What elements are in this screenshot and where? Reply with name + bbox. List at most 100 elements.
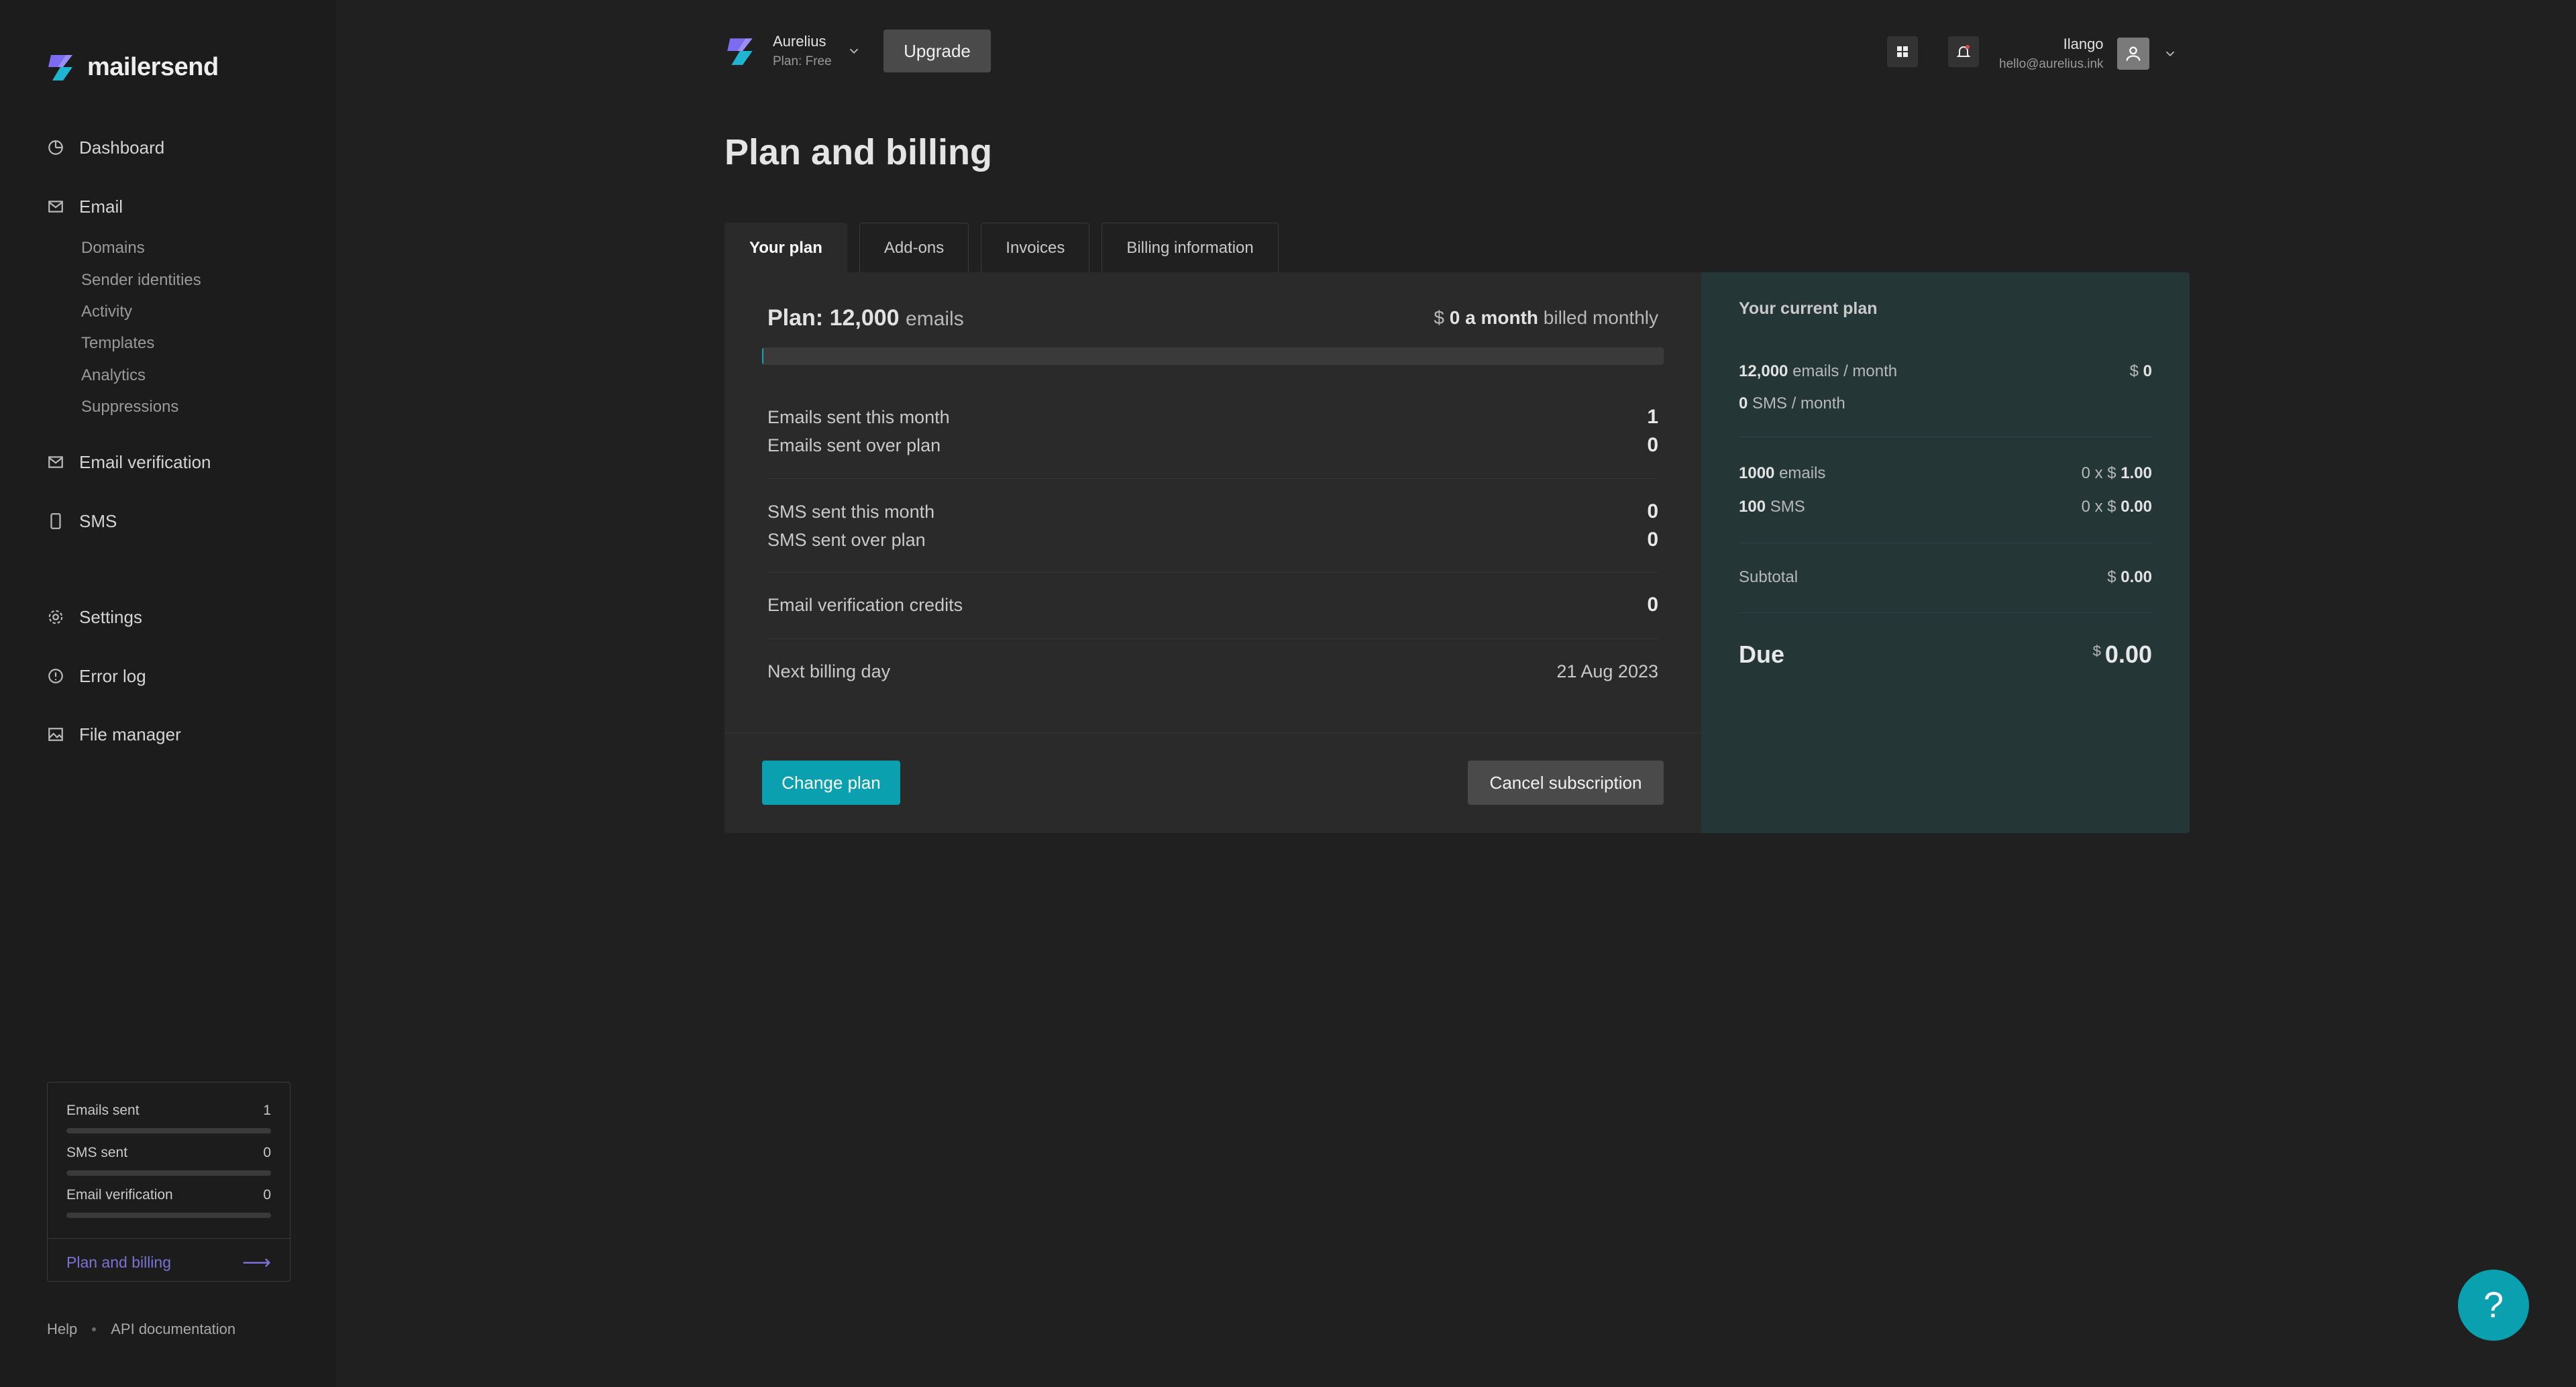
subtotal-value: 0.00 — [2121, 568, 2152, 586]
addon-emails-unit: emails — [1779, 464, 1826, 482]
image-icon — [48, 728, 63, 741]
subtotal-label: Subtotal — [1739, 568, 1799, 586]
sidebar-subitem-activity[interactable]: Activity — [81, 298, 132, 325]
user-icon — [2126, 46, 2141, 61]
stat-row: Emails sent this month 1 — [767, 404, 1658, 431]
notifications-button[interactable] — [1948, 36, 1979, 67]
dashboard-icon — [48, 140, 63, 155]
usage-bar — [66, 1170, 271, 1176]
plan-price-currency: $ — [1434, 307, 1444, 328]
tab-your-plan[interactable]: Your plan — [724, 223, 847, 272]
usage-bar — [66, 1128, 271, 1133]
plan-card: Plan: 12,000 emails $ 0 a month billed m… — [724, 272, 1701, 833]
usage-label: Email verification — [66, 1187, 173, 1203]
sidebar-subitem-sender-identities[interactable]: Sender identities — [81, 267, 201, 294]
help-button[interactable]: ? — [2458, 1270, 2529, 1341]
tab-bar: Your plan Add-ons Invoices Billing infor… — [724, 223, 1279, 272]
stat-row: Next billing day 21 Aug 2023 — [767, 658, 1658, 685]
account-switcher[interactable]: Aurelius Plan: Free — [724, 30, 861, 72]
sidebar-item-settings[interactable]: Settings — [47, 601, 142, 633]
sidebar: mailersend Dashboard Email Domains Sende… — [0, 0, 337, 1387]
plan-price-value: 0 a month — [1449, 307, 1539, 328]
account-plan: Plan: Free — [773, 54, 832, 68]
sidebar-item-error-log[interactable]: Error log — [47, 660, 146, 692]
sidebar-item-sms[interactable]: SMS — [47, 505, 117, 537]
current-plan-title: Your current plan — [1739, 299, 1878, 318]
divider — [767, 572, 1658, 573]
api-documentation-link[interactable]: API documentation — [111, 1321, 235, 1338]
stat-label: SMS sent over plan — [767, 529, 926, 550]
brand-logo[interactable]: mailersend — [46, 50, 219, 85]
current-plan-row-sms: 0 SMS / month — [1739, 392, 2152, 416]
sidebar-subitem-analytics[interactable]: Analytics — [81, 362, 146, 389]
chevron-down-icon — [2165, 51, 2174, 57]
brand-name: mailersend — [87, 52, 219, 81]
addon-emails-multiplier: 0 x $ — [2081, 464, 2116, 482]
tab-add-ons[interactable]: Add-ons — [859, 223, 969, 272]
user-name: Ilango — [2063, 36, 2104, 52]
mail-check-icon — [48, 456, 63, 468]
usage-value: 1 — [263, 1103, 271, 1118]
usage-label: Emails sent — [66, 1103, 140, 1118]
sidebar-subitem-templates[interactable]: Templates — [81, 330, 154, 357]
tab-billing-information[interactable]: Billing information — [1102, 223, 1279, 272]
sidebar-item-email-verification[interactable]: Email verification — [47, 446, 211, 478]
sidebar-item-label: Dashboard — [79, 137, 165, 158]
sidebar-item-email[interactable]: Email — [47, 190, 123, 223]
apps-button[interactable] — [1887, 36, 1918, 67]
user-menu[interactable]: Ilango hello@aurelius.ink — [1999, 32, 2178, 75]
mail-icon — [48, 201, 63, 213]
cp-emails-unit: emails / month — [1792, 362, 1898, 380]
subtotal-currency: $ — [2107, 568, 2116, 586]
usage-value: 0 — [263, 1145, 271, 1160]
usage-label: SMS sent — [66, 1145, 128, 1160]
addon-sms-amount: 100 — [1739, 498, 1766, 516]
plan-link-label: Plan and billing — [66, 1253, 172, 1271]
divider — [1739, 612, 2152, 613]
stat-row: SMS sent this month 0 — [767, 498, 1658, 525]
tab-invoices[interactable]: Invoices — [981, 223, 1090, 272]
account-text: Aurelius Plan: Free — [773, 33, 832, 69]
addon-emails-price: 1.00 — [2121, 464, 2152, 482]
due-row: Due $0.00 — [1739, 634, 2152, 675]
due-amount: $0.00 — [2093, 641, 2152, 669]
stat-value: 0 — [1647, 500, 1658, 522]
sidebar-item-label: SMS — [79, 510, 117, 531]
help-link[interactable]: Help — [47, 1321, 77, 1338]
upgrade-button[interactable]: Upgrade — [883, 30, 991, 72]
account-logo-icon — [727, 38, 753, 65]
bell-icon — [1956, 45, 1971, 57]
addon-row-emails: 1000 emails 0 x $ 1.00 — [1739, 461, 2152, 486]
divider — [767, 478, 1658, 479]
grid-icon — [1897, 46, 1908, 57]
plan-price-suffix: billed monthly — [1543, 307, 1658, 328]
sidebar-subitem-domains[interactable]: Domains — [81, 235, 145, 262]
cp-emails-currency: $ — [2129, 362, 2139, 380]
chevron-down-icon — [849, 48, 858, 54]
alert-circle-icon — [48, 669, 63, 683]
stat-row: Email verification credits 0 — [767, 592, 1658, 618]
cp-sms-amount: 0 — [1739, 394, 1748, 412]
addon-sms-unit: SMS — [1770, 498, 1805, 516]
cancel-subscription-button[interactable]: Cancel subscription — [1468, 761, 1664, 805]
sidebar-item-file-manager[interactable]: File manager — [47, 718, 181, 751]
change-plan-button[interactable]: Change plan — [762, 761, 900, 805]
stat-label: SMS sent this month — [767, 501, 935, 522]
plan-and-billing-link[interactable]: Plan and billing ⟶ — [66, 1249, 271, 1276]
phone-icon — [50, 513, 61, 529]
sidebar-item-dashboard[interactable]: Dashboard — [47, 131, 164, 164]
sidebar-item-label: Settings — [79, 606, 142, 627]
usage-bar — [66, 1213, 271, 1218]
addon-emails-amount: 1000 — [1739, 464, 1775, 482]
sidebar-item-label: File manager — [79, 724, 181, 744]
usage-row-verification: Email verification 0 — [66, 1187, 271, 1225]
sidebar-item-label: Email verification — [79, 451, 211, 472]
addon-row-sms: 100 SMS 0 x $ 0.00 — [1739, 495, 2152, 519]
current-plan-panel: Your current plan 12,000 emails / month … — [1701, 272, 2190, 833]
gear-icon — [48, 610, 63, 624]
separator-dot — [92, 1327, 97, 1331]
stat-value: 0 — [1647, 594, 1658, 616]
sidebar-subitem-suppressions[interactable]: Suppressions — [81, 394, 178, 421]
user-email: hello@aurelius.ink — [1999, 57, 2104, 71]
sidebar-item-label: Error log — [79, 665, 146, 686]
